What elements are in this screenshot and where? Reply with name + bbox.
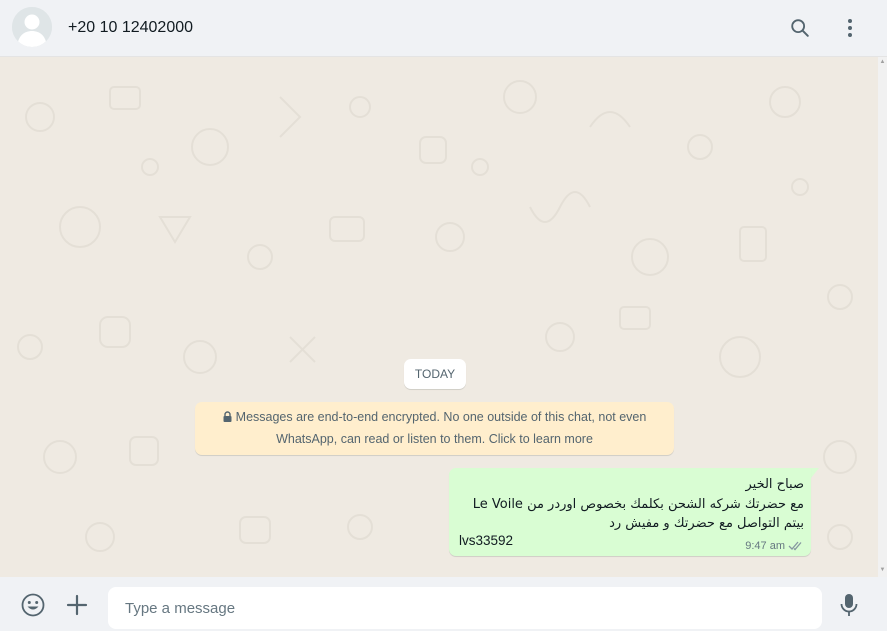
message-time: 9:47 am — [745, 540, 785, 552]
message-text: صباح الخير مع حضرتك شركه الشحن بكلمك بخص… — [454, 475, 804, 534]
message-line: بيتم التواصل مع حضرتك و مفيش رد — [609, 516, 804, 531]
encryption-notice[interactable]: Messages are end-to-end encrypted. No on… — [195, 402, 674, 455]
scroll-down-icon[interactable]: ▼ — [879, 567, 886, 573]
message-line: مع حضرتك شركه الشحن بكلمك بخصوص اوردر من… — [472, 496, 804, 512]
attach-button[interactable] — [64, 592, 90, 618]
message-order-code: lvs33592 — [459, 533, 514, 548]
scroll-up-icon[interactable]: ▲ — [879, 59, 886, 65]
lock-icon — [223, 408, 232, 429]
contact-name[interactable]: +20 10 12402000 — [68, 18, 193, 38]
search-icon — [791, 19, 809, 37]
date-divider: TODAY — [404, 359, 466, 389]
encryption-notice-line2: WhatsApp, can read or listen to them. Cl… — [276, 432, 593, 446]
message-meta: 9:47 am — [745, 539, 804, 555]
whatsapp-chat-window: +20 10 12402000 TODAY Messages are end-t… — [0, 0, 887, 631]
mic-icon — [840, 594, 858, 616]
plus-icon — [66, 594, 88, 616]
chat-scrollbar[interactable]: ▲ ▼ — [878, 57, 887, 577]
chat-background[interactable]: TODAY Messages are end-to-end encrypted.… — [0, 57, 878, 577]
chat-header: +20 10 12402000 — [0, 0, 887, 57]
emoji-icon — [21, 593, 45, 617]
double-check-icon — [788, 540, 804, 555]
search-button[interactable] — [786, 14, 814, 42]
bubble-tail — [811, 468, 819, 478]
menu-button[interactable] — [836, 14, 864, 42]
menu-dots-icon — [848, 19, 852, 37]
emoji-button[interactable] — [20, 592, 46, 618]
message-line: صباح الخير — [745, 477, 804, 492]
message-composer — [0, 577, 887, 631]
voice-message-button[interactable] — [836, 592, 862, 618]
outgoing-message[interactable]: صباح الخير مع حضرتك شركه الشحن بكلمك بخص… — [449, 468, 811, 556]
message-input[interactable] — [108, 587, 822, 629]
encryption-notice-line1: Messages are end-to-end encrypted. No on… — [235, 410, 647, 424]
default-avatar-icon[interactable] — [12, 7, 52, 47]
